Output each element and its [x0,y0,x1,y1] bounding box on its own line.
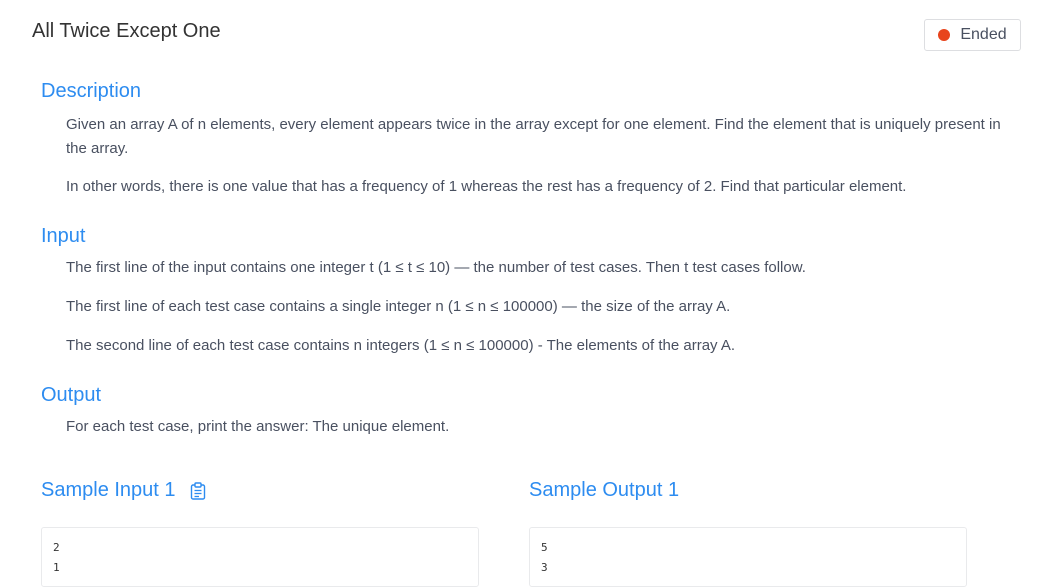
sample-input-title: Sample Input 1 [41,479,176,501]
sample-input-box[interactable]: 2 1 [41,527,479,587]
output-heading: Output [41,384,102,406]
sample-input-heading: Sample Input 1 [41,479,206,502]
sample-output-line: 3 [541,561,548,574]
status-badge: Ended [924,19,1021,51]
description-heading: Description [41,80,142,102]
input-paragraph-1: The first line of the input contains one… [66,259,806,276]
sample-output-line: 5 [541,541,548,554]
input-paragraph-3: The second line of each test case contai… [66,337,736,354]
input-paragraph-2: The first line of each test case contain… [66,298,731,315]
sample-output-heading: Sample Output 1 [529,479,679,502]
description-paragraph-1: Given an array A of n elements, every el… [66,116,1001,157]
input-heading: Input [41,225,86,247]
sample-output-title: Sample Output 1 [529,479,680,501]
description-paragraph-2: In other words, there is one value that … [66,178,907,195]
clipboard-icon[interactable] [190,481,206,500]
output-paragraph-1: For each test case, print the answer: Th… [66,418,450,435]
sample-input-line: 1 [53,561,60,574]
status-label: Ended [960,26,1007,43]
problem-title: All Twice Except One [32,20,221,42]
sample-output-box[interactable]: 5 3 [529,527,967,587]
sample-input-line: 2 [53,541,60,554]
status-dot-icon [938,29,951,41]
